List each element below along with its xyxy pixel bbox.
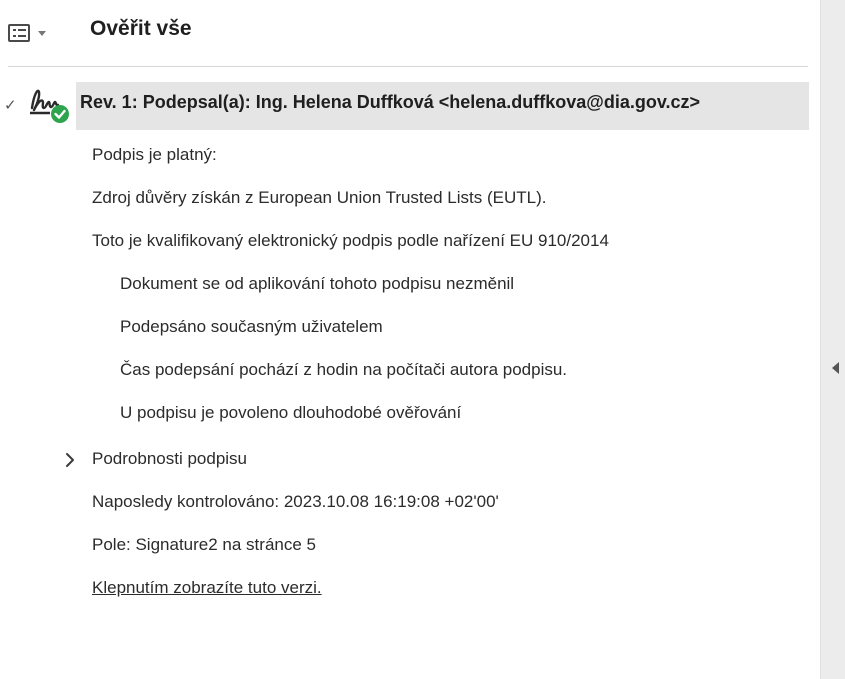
signature-panel: Ověřit vše ✓ Rev. 1: Podepsal(a): Ing. H… [0,0,820,679]
signature-field-text: Pole: Signature2 na stránce 5 [92,535,316,554]
header-divider [8,66,808,67]
panel-header: Ověřit vše [0,0,820,66]
signature-validity-text: Podpis je platný: [92,145,217,164]
last-checked-text: Naposledy kontrolováno: 2023.10.08 16:19… [92,492,499,511]
qualified-signature-text: Toto je kvalifikovaný elektronický podpi… [92,231,609,250]
chevron-down-icon [38,30,46,36]
panel-collapse-strip[interactable] [820,0,845,679]
validate-all-title[interactable]: Ověřit vše [90,17,192,41]
signed-by-current-user-text: Podepsáno současným uživatelem [120,317,383,336]
options-menu-button[interactable] [8,20,68,46]
document-unchanged-text: Dokument se od aplikování tohoto podpisu… [120,274,515,293]
view-version-link[interactable]: Klepnutím zobrazíte tuto verzi. [92,578,322,598]
collapse-checkmark-icon[interactable]: ✓ [4,96,17,114]
collapse-panel-arrow-icon[interactable] [832,362,839,374]
trust-source-text: Zdroj důvěry získán z European Union Tru… [92,188,547,207]
signature-valid-icon [30,89,69,123]
signature-title[interactable]: Rev. 1: Podepsal(a): Ing. Helena Duffkov… [80,92,700,113]
signature-details-toggle[interactable]: Podrobnosti podpisu [92,449,247,469]
signing-time-source-text: Čas podepsání pochází z hodin na počítač… [120,360,568,379]
chevron-right-icon[interactable] [62,452,78,468]
long-term-validation-text: U podpisu je povoleno dlouhodobé ověřová… [120,403,462,422]
list-options-icon [8,24,30,42]
